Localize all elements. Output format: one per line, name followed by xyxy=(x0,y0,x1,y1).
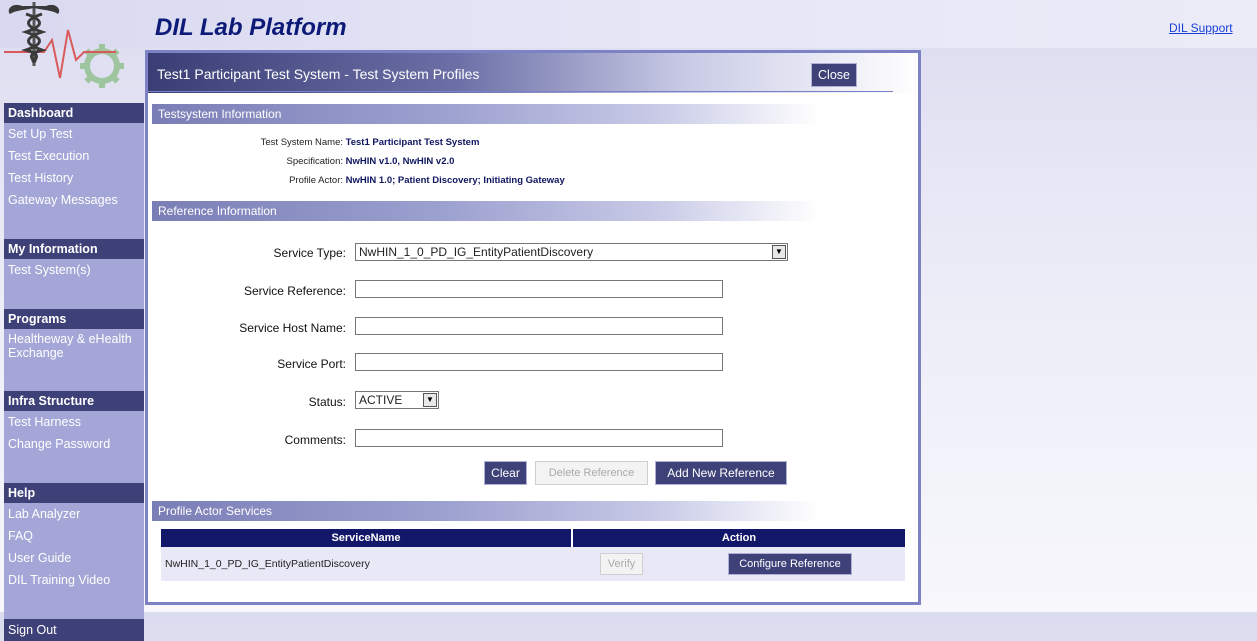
info-specification: Specification: NwHIN v1.0, NwHIN v2.0 xyxy=(148,156,454,167)
column-header-action: Action xyxy=(572,529,905,547)
sidebar-spacer xyxy=(4,591,144,619)
chevron-down-icon[interactable]: ▼ xyxy=(423,393,437,407)
specification-label: Specification: xyxy=(286,156,343,167)
section-reference-information: Reference Information xyxy=(152,201,820,221)
service-name-cell: NwHIN_1_0_PD_IG_EntityPatientDiscovery xyxy=(161,547,572,581)
dil-logo-icon xyxy=(4,2,124,88)
test-system-profiles-dialog: Test1 Participant Test System - Test Sys… xyxy=(145,50,921,605)
sidebar-spacer xyxy=(4,363,144,391)
sidebar-spacer xyxy=(4,211,144,239)
profile-actor-services-table: ServiceName Action NwHIN_1_0_PD_IG_Entit… xyxy=(161,529,905,581)
sidebar-heading-help: Help xyxy=(4,483,144,503)
clear-button[interactable]: Clear xyxy=(484,461,527,485)
sidebar-heading-programs: Programs xyxy=(4,309,144,329)
sidebar-item-healtheway[interactable]: Healtheway & eHealth Exchange xyxy=(4,329,144,363)
section-testsystem-information: Testsystem Information xyxy=(152,104,820,124)
service-type-value: NwHIN_1_0_PD_IG_EntityPatientDiscovery xyxy=(359,245,594,259)
info-test-system-name: Test System Name: Test1 Participant Test… xyxy=(148,137,480,148)
comments-label: Comments: xyxy=(284,433,346,447)
column-header-service-name: ServiceName xyxy=(161,529,573,547)
sidebar-item-test-harness[interactable]: Test Harness xyxy=(4,411,144,433)
sidebar-item-test-history[interactable]: Test History xyxy=(4,167,144,189)
dialog-header: Test1 Participant Test System - Test Sys… xyxy=(148,53,918,93)
test-system-name-label: Test System Name: xyxy=(260,137,343,148)
close-button[interactable]: Close xyxy=(811,63,857,87)
add-new-reference-button[interactable]: Add New Reference xyxy=(655,461,787,485)
sidebar-item-test-systems[interactable]: Test System(s) xyxy=(4,259,144,281)
sidebar-item-change-password[interactable]: Change Password xyxy=(4,433,144,455)
service-type-select[interactable]: NwHIN_1_0_PD_IG_EntityPatientDiscovery ▼ xyxy=(355,243,788,261)
service-type-label: Service Type: xyxy=(273,246,346,260)
profile-actor-value: NwHIN 1.0; Patient Discovery; Initiating… xyxy=(345,175,565,186)
sidebar-spacer xyxy=(4,281,144,309)
sidebar-heading-my-information: My Information xyxy=(4,239,144,259)
table-header-row: ServiceName Action xyxy=(161,529,905,547)
specification-value: NwHIN v1.0, NwHIN v2.0 xyxy=(345,156,455,167)
sidebar-heading-infra-structure: Infra Structure xyxy=(4,391,144,411)
service-port-label: Service Port: xyxy=(277,357,346,371)
sidebar-nav: Dashboard Set Up Test Test Execution Tes… xyxy=(4,103,144,641)
action-cell: Verify Configure Reference xyxy=(572,547,905,581)
sidebar-item-faq[interactable]: FAQ xyxy=(4,525,144,547)
dil-support-link[interactable]: DIL Support xyxy=(1169,21,1233,35)
comments-input[interactable] xyxy=(355,429,723,447)
service-port-input[interactable] xyxy=(355,353,723,371)
sidebar-item-lab-analyzer[interactable]: Lab Analyzer xyxy=(4,503,144,525)
sidebar-heading-dashboard[interactable]: Dashboard xyxy=(4,103,144,123)
status-label: Status: xyxy=(308,395,346,409)
status-value: ACTIVE xyxy=(359,393,403,407)
verify-button[interactable]: Verify xyxy=(600,553,643,575)
service-reference-label: Service Reference: xyxy=(243,284,346,298)
info-profile-actor: Profile Actor: NwHIN 1.0; Patient Discov… xyxy=(148,175,565,186)
sidebar-item-gateway-messages[interactable]: Gateway Messages xyxy=(4,189,144,211)
delete-reference-button[interactable]: Delete Reference xyxy=(535,461,648,485)
sidebar-item-dil-training-video[interactable]: DIL Training Video xyxy=(4,569,144,591)
chevron-down-icon[interactable]: ▼ xyxy=(772,245,786,259)
test-system-name-value: Test1 Participant Test System xyxy=(345,137,480,148)
sign-out-link[interactable]: Sign Out xyxy=(4,619,144,641)
header-divider xyxy=(148,91,893,92)
section-profile-actor-services: Profile Actor Services xyxy=(152,501,820,521)
service-host-name-input[interactable] xyxy=(355,317,723,335)
profile-actor-label: Profile Actor: xyxy=(289,175,343,186)
sidebar-item-set-up-test[interactable]: Set Up Test xyxy=(4,123,144,145)
configure-reference-button[interactable]: Configure Reference xyxy=(728,553,852,575)
table-row: NwHIN_1_0_PD_IG_EntityPatientDiscovery V… xyxy=(161,547,905,581)
sidebar-item-test-execution[interactable]: Test Execution xyxy=(4,145,144,167)
service-host-name-label: Service Host Name: xyxy=(239,321,346,335)
sidebar-item-user-guide[interactable]: User Guide xyxy=(4,547,144,569)
app-title: DIL Lab Platform xyxy=(155,14,347,41)
sidebar-spacer xyxy=(4,455,144,483)
service-reference-input[interactable] xyxy=(355,280,723,298)
status-select[interactable]: ACTIVE ▼ xyxy=(355,391,439,409)
dialog-title: Test1 Participant Test System - Test Sys… xyxy=(157,66,480,82)
